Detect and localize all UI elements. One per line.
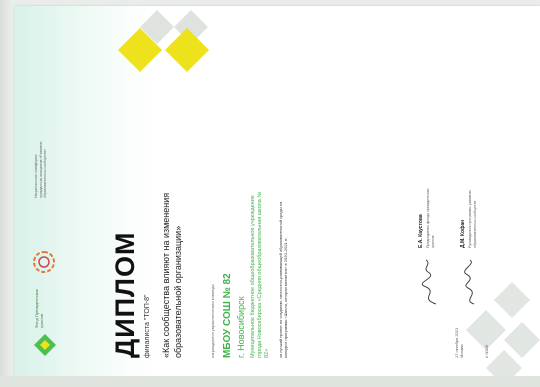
organization-full-name: Муниципальное бюджетное общеобразователь… — [250, 191, 270, 358]
organization-city: г. Новосибирск — [236, 296, 246, 358]
photo-background-left — [0, 0, 14, 387]
signer-1-name: Е.А. Каустова — [418, 214, 424, 248]
grant-fund-logo-icon — [32, 332, 58, 358]
partner-note: Национальная платформа гражданских иници… — [34, 141, 47, 198]
signer-2-title: Руководитель программы развития образова… — [468, 190, 477, 248]
partner-logo-icon — [30, 248, 58, 276]
signature-1 — [414, 258, 444, 308]
diploma-sheet: Фонд Президентских грантов Национальная … — [14, 6, 540, 378]
issue-date: 17 октября 2021 Москва — [454, 327, 464, 358]
signature-1-icon — [421, 259, 437, 305]
awardee-label: награждается управленческая команда — [210, 284, 215, 358]
signer-2-name: Д.М. Кофан — [460, 219, 466, 248]
award-description: за лучший проект по созданию личностно-р… — [278, 201, 289, 358]
diploma-code: # 001/6 — [484, 344, 489, 358]
diploma-topic: «Как сообщества влияют на изменения обра… — [161, 192, 183, 358]
logo-text: Фонд Президентских грантов — [34, 289, 44, 328]
signature-2 — [456, 258, 486, 308]
organization-name: МБОУ СОШ № 82 — [222, 273, 233, 358]
photo-background-bottom — [0, 376, 540, 387]
signature-2-icon — [464, 259, 475, 305]
diploma-title: ДИПЛОМ — [110, 231, 140, 359]
signer-1-title: Председатель фонда президентских грантов — [426, 188, 435, 248]
logo-block: Фонд Президентских грантов Национальная … — [28, 142, 68, 358]
diploma-content: Фонд Президентских грантов Национальная … — [14, 6, 540, 378]
diploma-subtitle: финалиста "ТОП-8" — [144, 294, 151, 358]
